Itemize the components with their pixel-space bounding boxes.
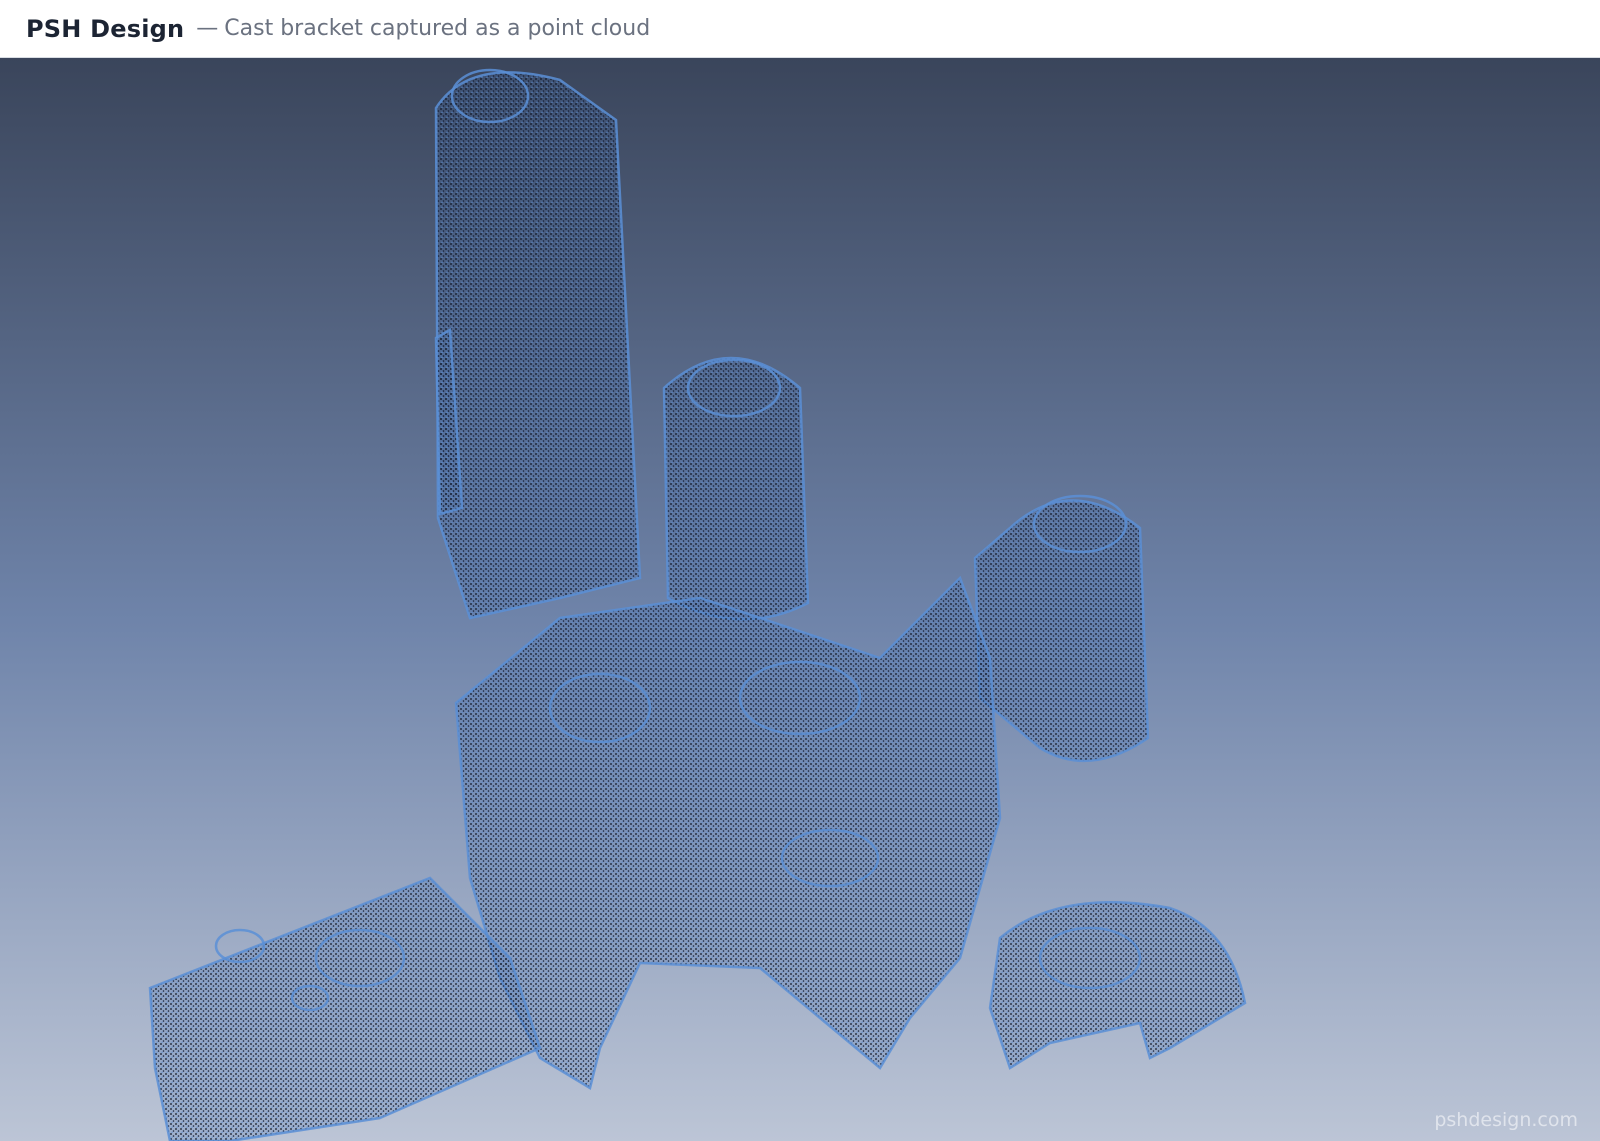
point-cloud-scene [0, 58, 1600, 1141]
page-subtitle: Cast bracket captured as a point cloud [224, 16, 651, 41]
middle-boss [662, 356, 810, 621]
brand-name: PSH Design [26, 14, 185, 43]
point-cloud-viewport: pshdesign.com [0, 58, 1600, 1141]
header-bar: PSH Design — Cast bracket captured as a … [0, 0, 1600, 58]
title-separator: — [196, 16, 219, 41]
site-watermark: pshdesign.com [1434, 1109, 1578, 1131]
tall-column [434, 71, 642, 620]
